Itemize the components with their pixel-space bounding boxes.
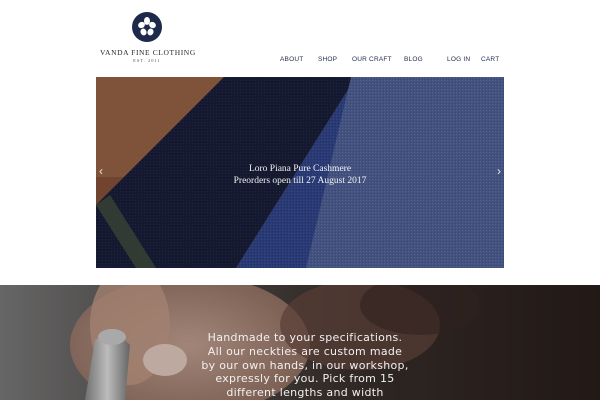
craft-line-1: Handmade to your specifications. [207,331,403,344]
craft-line-4: expressly for you. Pick from 15 [215,372,395,386]
hero-slider[interactable]: ‹ › Loro Piana Pure Cashmere Preorders o… [96,77,504,268]
slide-caption-subtitle: Preorders open till 27 August 2017 [233,176,367,186]
main-nav: ABOUT SHOP OUR CRAFT BLOG LOG IN CART [0,56,600,66]
nav-our-craft[interactable]: OUR CRAFT [352,56,392,63]
nav-about[interactable]: ABOUT [280,56,303,63]
craft-description: Handmade to your specifications. All our… [190,331,420,400]
nav-blog[interactable]: BLOG [404,56,423,63]
craft-line-5: different lengths and width [226,386,384,400]
nav-log-in[interactable]: LOG IN [447,56,470,63]
nav-shop[interactable]: SHOP [318,56,337,63]
craft-section: Handmade to your specifications. All our… [0,285,600,400]
craft-line-2: All our neckties are custom made [207,344,403,358]
orchid-logo-icon [132,12,162,42]
slide-caption: Loro Piana Pure Cashmere Preorders open … [96,163,504,187]
craft-line-3: by our own hands, in our workshop, [201,358,409,372]
slide-caption-title: Loro Piana Pure Cashmere [248,164,352,174]
nav-cart[interactable]: CART [481,56,499,63]
